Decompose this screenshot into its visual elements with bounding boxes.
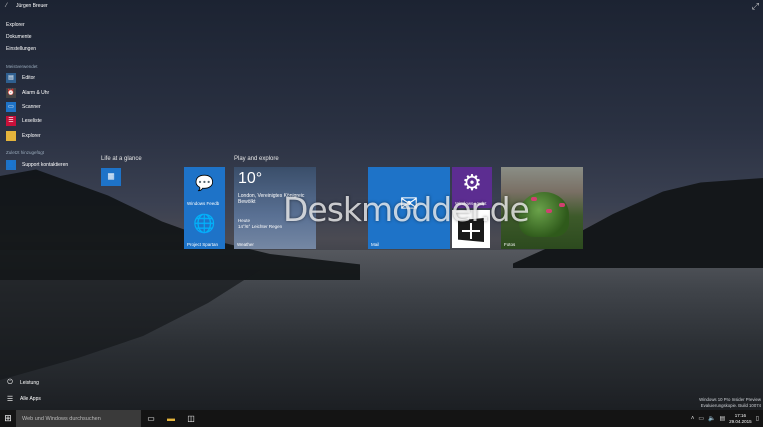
search-placeholder: Web und Windows durchsuchen [22, 415, 101, 422]
folder-icon: ▬ [167, 414, 175, 423]
support-icon: 👤 [6, 159, 16, 170]
group-title-life[interactable]: Life at a glance [101, 156, 142, 162]
weather-forecast: Heute 14°/6° Leichter Regen [238, 218, 282, 230]
tile-label: Windows Feedb [187, 201, 220, 206]
nav-link-documents[interactable]: Dokumente [6, 34, 36, 46]
all-apps-label: Alle Apps [20, 396, 41, 402]
notepad-icon: ▤ [6, 72, 16, 83]
folder-icon [6, 130, 16, 141]
nav-link-explorer[interactable]: Explorer [6, 22, 36, 34]
tile-label: Project Spartan [187, 242, 219, 247]
nav-links: Explorer Dokumente Einstellungen [6, 22, 36, 58]
app-label: Leseliste [22, 117, 42, 124]
user-name: Jürgen Breuer [16, 3, 48, 9]
app-support[interactable]: 👤 Support kontaktieren [6, 159, 68, 170]
app-alarm[interactable]: ⏰ Alarm & Uhr [6, 87, 49, 98]
windows-logo-icon: ⊞ [4, 413, 12, 423]
app-reading-list[interactable]: ☰ Leseliste [6, 115, 42, 126]
photo-flower [559, 203, 565, 207]
globe-icon: 🌐 [193, 213, 216, 234]
reading-list-icon: ☰ [6, 115, 16, 126]
clock[interactable]: 17:16 29.04.2015 [729, 413, 752, 425]
hamburger-icon: ☰ [6, 396, 14, 403]
app-label: Support kontaktieren [22, 161, 69, 168]
build-info-line1: Windows 10 Pro Insider Preview [699, 397, 761, 402]
start-menu: ⁄ Jürgen Breuer Explorer Dokumente Einst… [0, 0, 95, 410]
power-label: Leistung [20, 380, 39, 386]
app-label: Editor [22, 74, 36, 81]
recent-header: Zuletzt hinzugefügt [6, 150, 45, 155]
app-explorer[interactable]: Explorer [6, 130, 41, 141]
user-account[interactable]: ⁄ Jürgen Breuer [6, 3, 48, 9]
build-info: Windows 10 Pro Insider Preview Evaluieru… [699, 397, 761, 408]
most-used-header: Meistverwendet [6, 64, 38, 69]
chevron-up-icon[interactable]: ˄ [691, 416, 695, 422]
volume-icon[interactable]: 🔈 [708, 415, 715, 422]
taskbar-explorer-button[interactable]: ▬ [161, 410, 181, 427]
store-icon: ◫ [187, 414, 195, 423]
watermark: Deskmodder.de [283, 190, 530, 229]
app-editor[interactable]: ▤ Editor [6, 72, 35, 83]
task-view-icon: ▭ [147, 414, 155, 423]
alarm-icon: ⏰ [6, 87, 16, 98]
power-icon: ⏻ [7, 379, 13, 386]
system-tray: ˄ ▭ 🔈 ▤ 17:16 29.04.2015 ▯ [691, 410, 759, 427]
all-apps-button[interactable]: ☰ Alle Apps [6, 395, 41, 403]
photo-flower [531, 197, 537, 201]
photo-flower [546, 209, 552, 213]
power-button[interactable]: ⏻ Leistung [6, 379, 39, 387]
taskbar: ⊞ Web und Windows durchsuchen ▭ ▬ ◫ ˄ ▭ … [0, 410, 763, 427]
app-label: Alarm & Uhr [22, 89, 50, 96]
network-icon[interactable]: ▭ [698, 415, 704, 422]
notification-icon[interactable]: ▯ [756, 415, 759, 422]
app-scanner[interactable]: ▭ Scanner [6, 101, 41, 112]
tile-label: Weather [237, 242, 254, 247]
tile-label: Fotos [504, 242, 516, 247]
weather-temperature: 10° [238, 170, 263, 187]
nav-link-settings[interactable]: Einstellungen [6, 46, 36, 58]
group-title-play[interactable]: Play and explore [234, 156, 279, 162]
build-info-line2: Evaluierungskopie. Build 10074 [700, 402, 761, 408]
expand-icon[interactable]: ⤢ [752, 1, 759, 12]
app-label: Scanner [22, 103, 41, 110]
calendar-icon: ▦ [107, 171, 115, 181]
scanner-icon: ▭ [6, 101, 16, 112]
search-box[interactable]: Web und Windows durchsuchen [16, 410, 141, 427]
user-icon: ⁄ [6, 3, 8, 9]
small-tile-calendar[interactable]: ▦ [101, 168, 121, 186]
tile-project-spartan[interactable]: 🌐 Project Spartan [184, 208, 225, 249]
clock-date: 29.04.2015 [729, 418, 752, 424]
taskbar-store-button[interactable]: ◫ [181, 410, 201, 427]
forecast-value: 14°/6° Leichter Regen [238, 224, 283, 229]
feedback-icon: 💬 [195, 175, 214, 193]
message-icon[interactable]: ▤ [719, 415, 725, 422]
tile-windows-feedback[interactable]: 💬 Windows Feedb [184, 167, 225, 208]
app-label: Explorer [22, 132, 41, 139]
start-button[interactable]: ⊞ [0, 410, 16, 427]
task-view-button[interactable]: ▭ [141, 410, 161, 427]
tile-label: Mail [371, 242, 380, 247]
